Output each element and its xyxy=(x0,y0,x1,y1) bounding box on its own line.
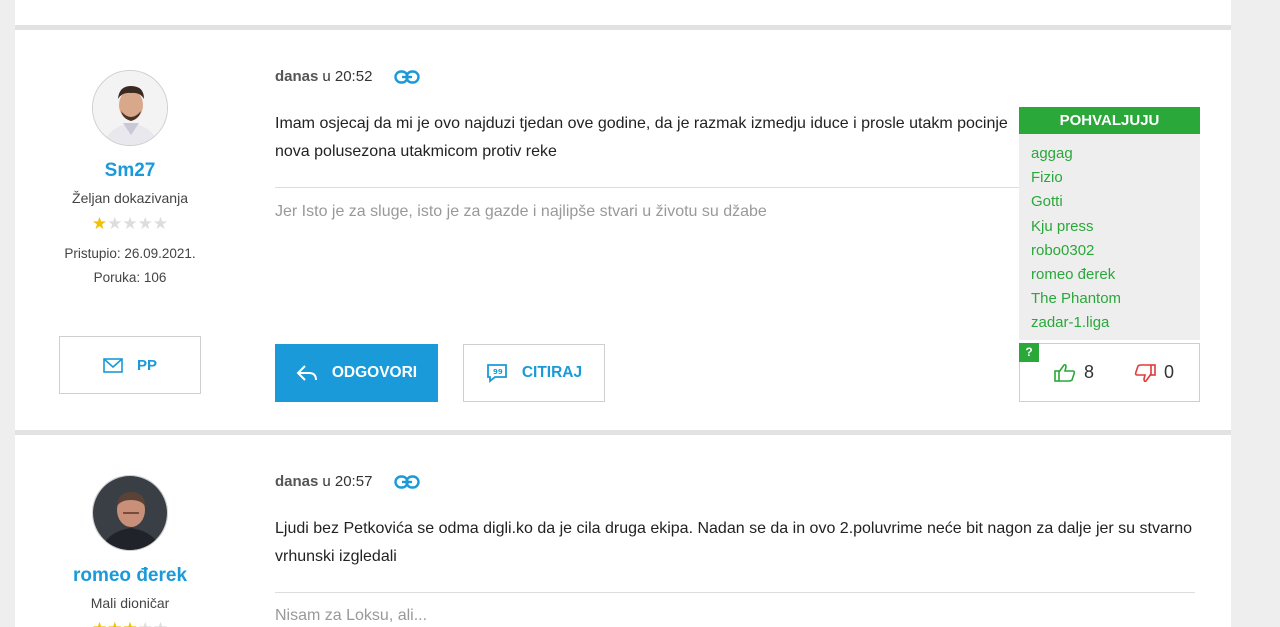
reply-button[interactable]: ODGOVORI xyxy=(275,344,438,402)
post-date: danas u 20:57 xyxy=(275,473,421,490)
vote-box: ? 8 0 xyxy=(1019,343,1200,402)
signature: Nisam za Loksu, ali... xyxy=(275,607,428,624)
praise-user[interactable]: zadar-1.liga xyxy=(1031,311,1188,335)
signature-divider xyxy=(275,592,1195,593)
star-icon: ★ xyxy=(152,214,169,233)
praise-user[interactable]: Kju press xyxy=(1031,215,1188,239)
date-time: u 20:52 xyxy=(322,68,373,85)
date-time: u 20:57 xyxy=(322,473,373,490)
username[interactable]: Sm27 xyxy=(15,160,245,182)
right-gutter xyxy=(1231,0,1280,627)
thumbs-up-icon[interactable] xyxy=(1054,363,1076,383)
praise-user[interactable]: aggag xyxy=(1031,142,1188,166)
avatar[interactable] xyxy=(92,70,168,146)
praise-user[interactable]: robo0302 xyxy=(1031,239,1188,263)
praise-title: POHVALJUJU xyxy=(1019,107,1200,134)
previous-post-edge xyxy=(15,0,1231,25)
rating-stars: ★★★★★ xyxy=(15,619,245,627)
forum-post: romeo đerek Mali dioničar ★★★★★ danas u … xyxy=(15,435,1231,627)
praise-panel: POHVALJUJU aggag Fizio Gotti Kju press r… xyxy=(1019,107,1200,340)
envelope-icon xyxy=(103,357,123,373)
forum-post: Sm27 Željan dokazivanja ★★★★★ Pristupio:… xyxy=(15,30,1231,430)
praise-user[interactable]: Fizio xyxy=(1031,166,1188,190)
rating-stars: ★★★★★ xyxy=(15,214,245,234)
permalink-icon[interactable] xyxy=(394,69,421,84)
post-date: danas u 20:52 xyxy=(275,68,421,85)
like-count: 8 xyxy=(1084,362,1095,382)
user-rank: Željan dokazivanja xyxy=(72,190,188,206)
joined-date: Pristupio: 26.09.2021. xyxy=(64,246,196,261)
praise-user[interactable]: Gotti xyxy=(1031,190,1188,214)
date-day: danas xyxy=(275,68,319,85)
date-day: danas xyxy=(275,473,319,490)
help-icon[interactable]: ? xyxy=(1019,343,1039,362)
pm-label: PP xyxy=(136,356,157,374)
star-icon: ★ xyxy=(107,214,123,233)
post-count: Poruka: 106 xyxy=(93,270,167,285)
signature: Jer Isto je za sluge, isto je za gazde i… xyxy=(275,203,767,220)
permalink-icon[interactable] xyxy=(394,474,421,489)
quote-label: CITIRAJ xyxy=(521,364,583,381)
star-icon: ★ xyxy=(137,214,153,233)
private-message-button[interactable]: PP xyxy=(59,336,201,394)
username[interactable]: romeo đerek xyxy=(15,565,245,587)
star-icon: ★ xyxy=(92,619,107,627)
post-author-panel: romeo đerek Mali dioničar ★★★★★ xyxy=(15,475,245,627)
star-icon: ★ xyxy=(122,214,138,233)
post-text: Imam osjecaj da mi je ovo najduzi tjedan… xyxy=(275,115,1008,160)
post-author-panel: Sm27 Željan dokazivanja ★★★★★ Pristupio:… xyxy=(15,70,245,290)
praise-user[interactable]: The Phantom xyxy=(1031,287,1188,311)
praise-user[interactable]: romeo đerek xyxy=(1031,263,1188,287)
star-icon: ★ xyxy=(138,619,153,627)
signature-divider xyxy=(275,187,1019,188)
reply-arrow-icon xyxy=(296,364,318,382)
praise-user-list: aggag Fizio Gotti Kju press robo0302 rom… xyxy=(1019,134,1200,340)
star-icon: ★ xyxy=(107,619,122,627)
star-icon: ★ xyxy=(153,619,168,627)
svg-text:99: 99 xyxy=(493,368,503,376)
avatar[interactable] xyxy=(92,475,168,551)
quote-button[interactable]: 99 CITIRAJ xyxy=(463,344,605,402)
user-meta: Pristupio: 26.09.2021. Poruka: 106 xyxy=(15,242,245,290)
dislike-count: 0 xyxy=(1164,362,1175,382)
thumbs-down-icon[interactable] xyxy=(1134,363,1156,383)
user-rank: Mali dioničar xyxy=(90,595,170,611)
star-icon: ★ xyxy=(122,619,137,627)
post-text: Ljudi bez Petkovića se odma digli.ko da … xyxy=(275,520,1192,565)
reply-label: ODGOVORI xyxy=(331,364,418,381)
quote-bubble-icon: 99 xyxy=(486,363,508,383)
star-icon: ★ xyxy=(91,214,108,233)
